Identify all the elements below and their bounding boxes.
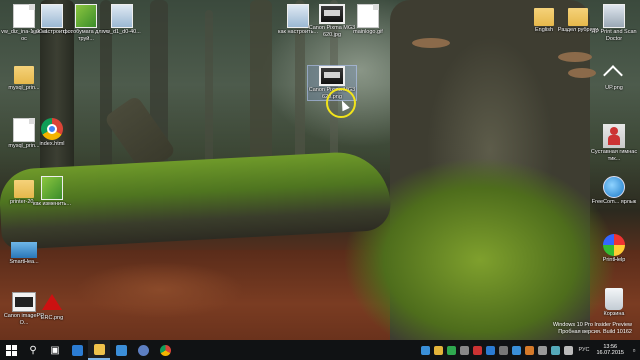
edge-icon bbox=[71, 344, 83, 356]
up-arrow-icon bbox=[603, 62, 625, 84]
tray-app-icon[interactable] bbox=[486, 345, 496, 355]
windows-logo-icon bbox=[5, 344, 17, 356]
printhelp-icon bbox=[603, 234, 625, 256]
task-view-icon: ▣ bbox=[50, 344, 60, 356]
chrome-icon bbox=[159, 344, 171, 356]
erc-logo-icon bbox=[40, 292, 64, 314]
tray-app-icon[interactable] bbox=[538, 345, 548, 355]
tray-app-icon[interactable] bbox=[499, 345, 509, 355]
tray-app-icon[interactable] bbox=[447, 345, 457, 355]
store-icon bbox=[115, 344, 127, 356]
printer-image-icon bbox=[319, 66, 345, 86]
person-icon bbox=[603, 124, 625, 148]
tray-app-icon[interactable] bbox=[434, 345, 444, 355]
desktop-icon-up-png[interactable]: UP.png bbox=[590, 62, 638, 92]
folder-icon bbox=[14, 66, 34, 84]
desktop-icon-chrome-html[interactable]: index.html bbox=[28, 118, 76, 148]
input-language[interactable]: РУС bbox=[578, 347, 589, 353]
network-icon[interactable] bbox=[551, 345, 561, 355]
recycle-bin-icon bbox=[605, 288, 623, 310]
desktop-wallpaper bbox=[0, 0, 640, 340]
tray-app-icon[interactable] bbox=[525, 345, 535, 355]
taskbar-app-chrome[interactable] bbox=[154, 340, 176, 360]
start-button[interactable] bbox=[0, 340, 22, 360]
taskbar: ⚲ ▣ РУС 13:56 16.07.2015 ▫ bbox=[0, 340, 640, 360]
image-file-icon bbox=[75, 4, 97, 28]
search-button[interactable]: ⚲ bbox=[22, 340, 44, 360]
media-icon bbox=[137, 344, 149, 356]
desktop-icon-freecom[interactable]: FreeCom... ярлык bbox=[590, 176, 638, 206]
folder-icon bbox=[534, 8, 554, 26]
tray-app-icon[interactable] bbox=[421, 345, 431, 355]
printer-image-icon bbox=[319, 4, 345, 24]
tray-app-icon[interactable] bbox=[460, 345, 470, 355]
file-explorer-icon bbox=[93, 343, 105, 355]
taskbar-app-explorer[interactable] bbox=[88, 340, 110, 360]
desktop-icon-image[interactable]: как изменить... bbox=[28, 176, 76, 208]
desktop-icon-recycle-bin[interactable]: Корзина bbox=[590, 288, 638, 318]
desktop-icon-gymnastics[interactable]: Суставная гимнастик... bbox=[590, 124, 638, 162]
desktop-icon-erc[interactable]: ERC.png bbox=[28, 292, 76, 322]
volume-icon[interactable] bbox=[564, 345, 574, 355]
task-view-button[interactable]: ▣ bbox=[44, 340, 66, 360]
image-file-icon bbox=[287, 4, 309, 28]
taskbar-app-edge[interactable] bbox=[66, 340, 88, 360]
tray-app-icon[interactable] bbox=[512, 345, 522, 355]
desktop-icon-folder[interactable]: mysql_prin... bbox=[0, 62, 48, 92]
smartheat-icon bbox=[11, 242, 37, 258]
tray-app-icon[interactable] bbox=[473, 345, 483, 355]
taskbar-app-mail[interactable] bbox=[132, 340, 154, 360]
chrome-icon bbox=[41, 118, 63, 140]
taskbar-app-store[interactable] bbox=[110, 340, 132, 360]
clock[interactable]: 13:56 16.07.2015 bbox=[596, 344, 624, 357]
desktop-icon-mainlogo[interactable]: mainlogo.gif bbox=[344, 4, 392, 36]
image-file-icon bbox=[111, 4, 133, 28]
search-icon: ⚲ bbox=[29, 344, 37, 356]
build-watermark: Windows 10 Pro Insider Preview Пробная в… bbox=[552, 322, 632, 335]
image-file-icon bbox=[357, 4, 379, 28]
desktop-icon-file[interactable]: vw_d1_d0-40... bbox=[98, 4, 146, 36]
desktop-icon-printhelp[interactable]: PrintHelp bbox=[590, 234, 638, 264]
hp-doctor-icon bbox=[603, 4, 625, 28]
notification-icon: ▫ bbox=[632, 345, 636, 355]
desktop-icon-smartheat[interactable]: SmartHea... bbox=[0, 236, 48, 266]
action-center-button[interactable]: ▫ bbox=[628, 340, 640, 360]
desktop-icon-hp-doctor[interactable]: HP Print and Scan Doctor bbox=[590, 4, 638, 42]
freecom-icon bbox=[603, 176, 625, 198]
image-file-icon bbox=[41, 4, 63, 28]
image-file-icon bbox=[41, 176, 63, 200]
system-tray: РУС 13:56 16.07.2015 ▫ bbox=[419, 340, 640, 360]
folder-icon bbox=[568, 8, 588, 26]
